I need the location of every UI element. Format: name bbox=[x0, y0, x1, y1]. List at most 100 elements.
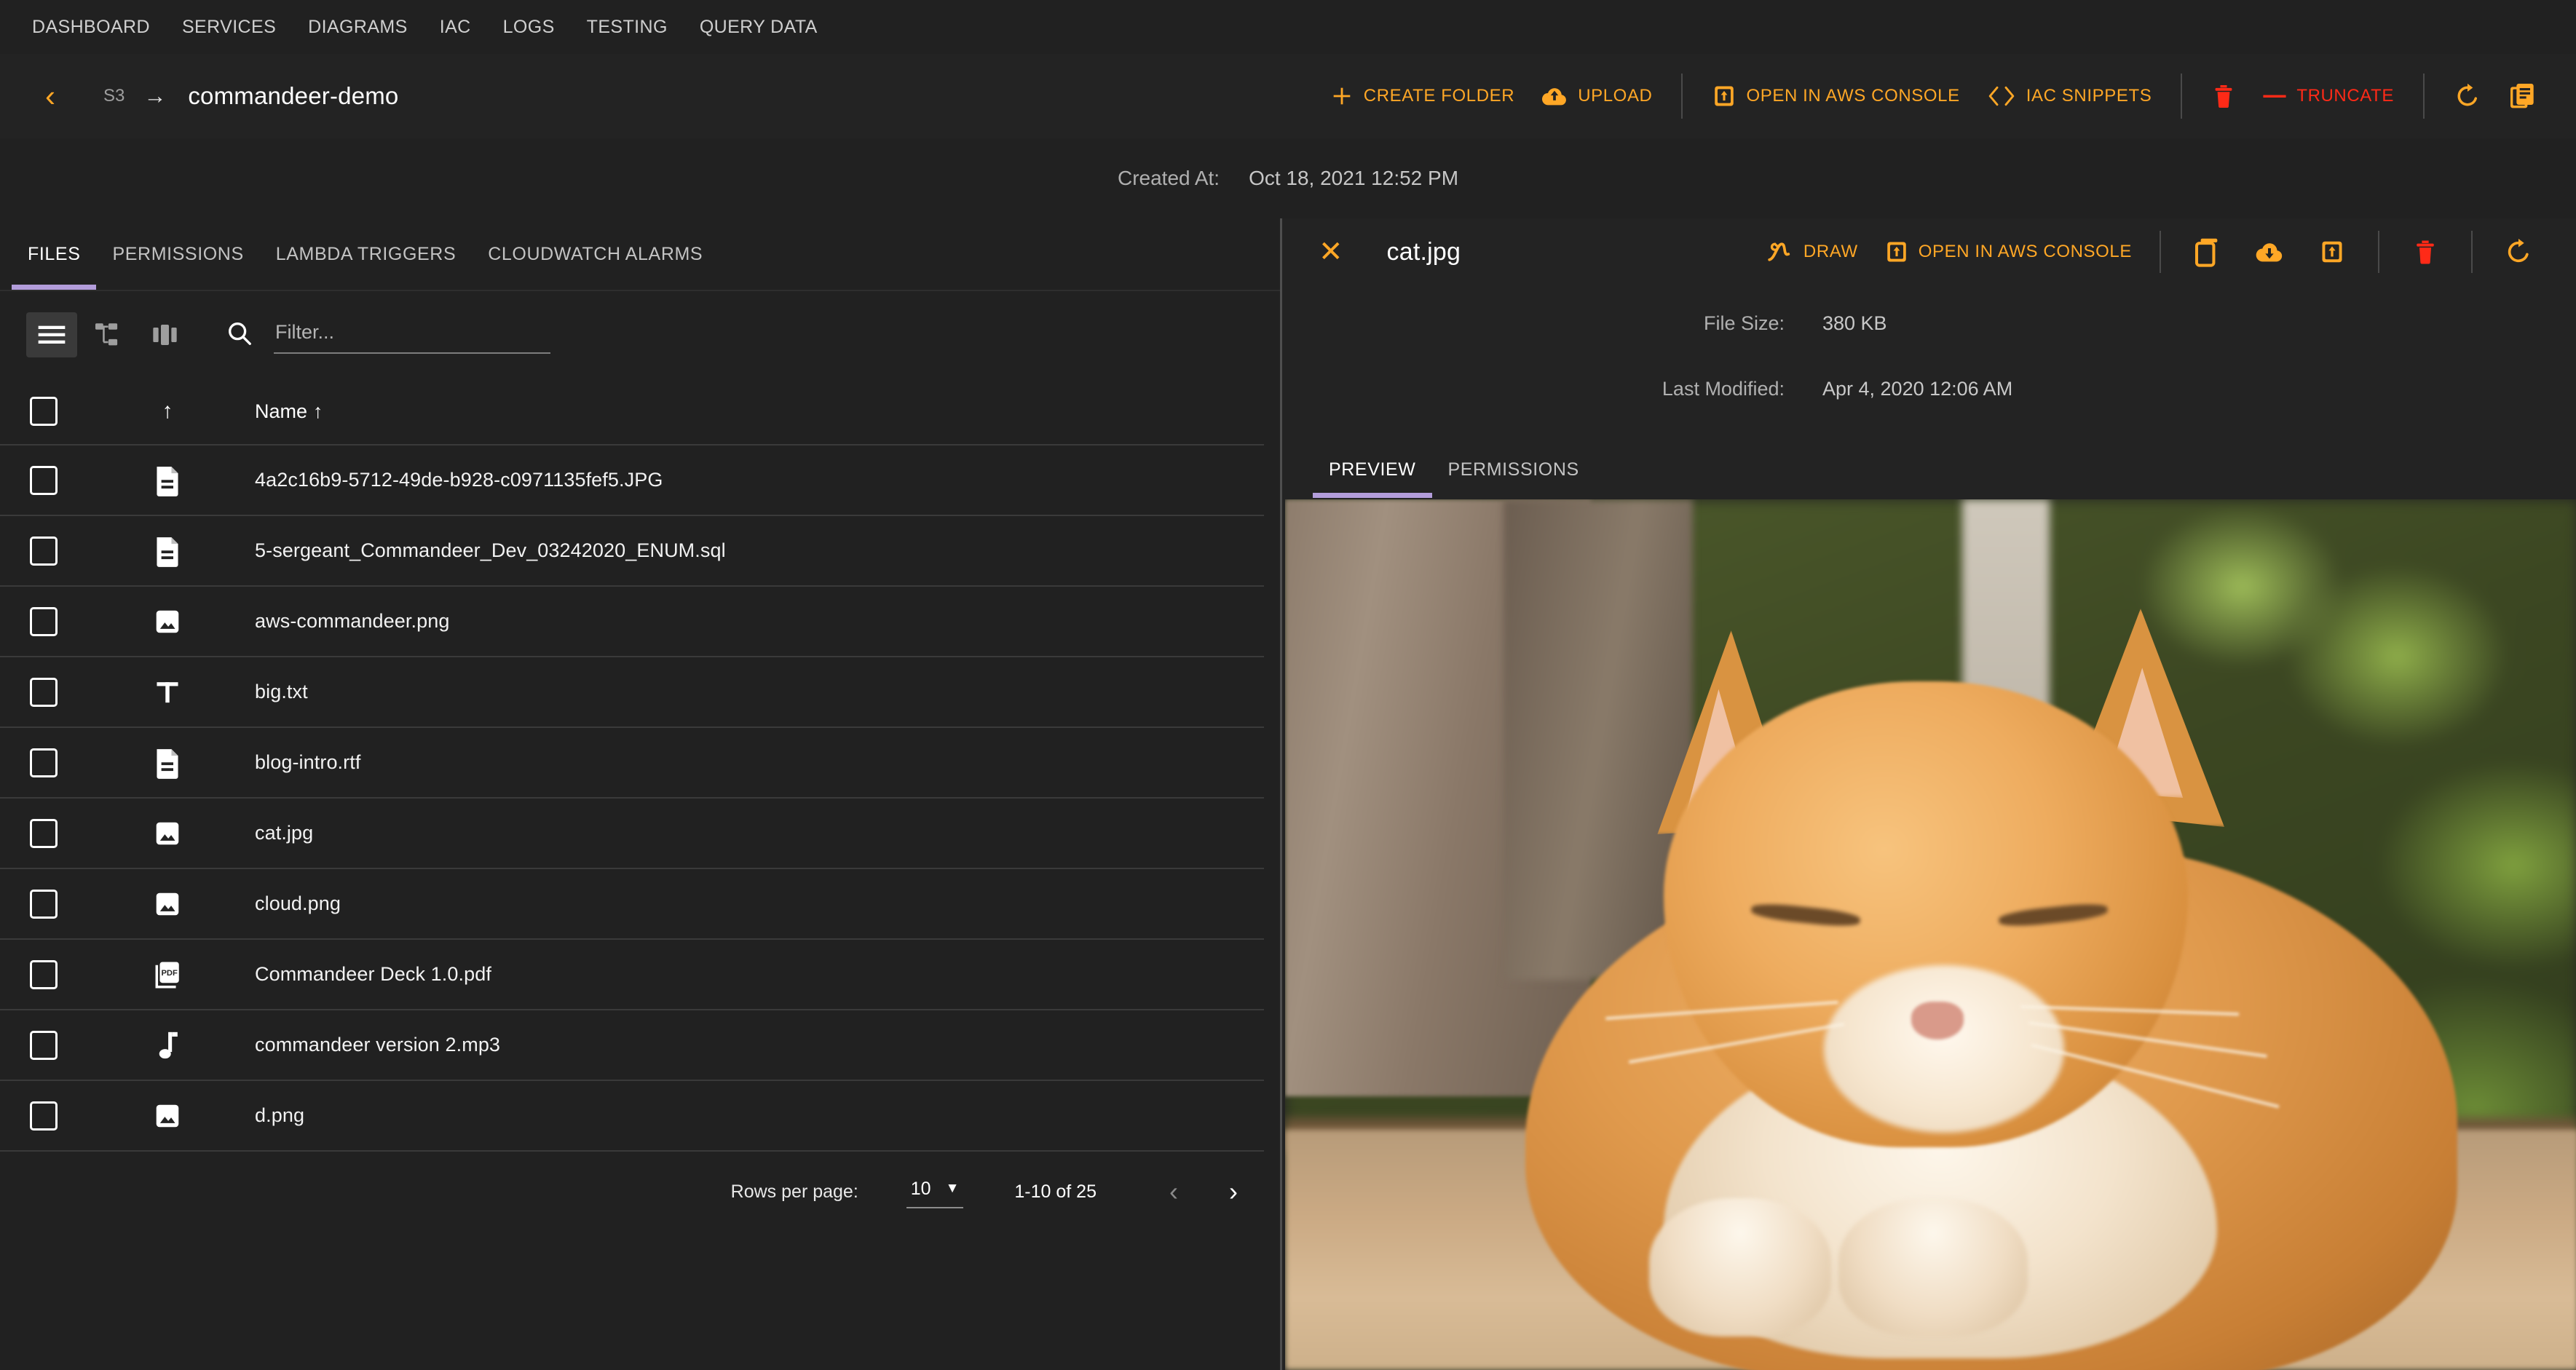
draw-button[interactable]: DRAW bbox=[1752, 239, 1871, 265]
pagination-range-label: 1-10 of 25 bbox=[1014, 1181, 1097, 1202]
nav-iac[interactable]: IAC bbox=[424, 0, 487, 54]
type-sort-cell[interactable]: ↑ bbox=[87, 399, 248, 424]
breadcrumb-current-bucket: commandeer-demo bbox=[188, 82, 399, 109]
name-header-cell[interactable]: Name ↑ bbox=[248, 400, 1264, 423]
tab-files[interactable]: FILES bbox=[12, 218, 97, 290]
metadata-row: File Size: 380 KB bbox=[1282, 301, 2576, 345]
open-external-icon bbox=[1712, 84, 1737, 108]
tab-file-permissions[interactable]: PERMISSIONS bbox=[1432, 459, 1595, 498]
logs-panel-button[interactable] bbox=[2494, 82, 2550, 111]
file-name-cell[interactable]: blog-intro.rtf bbox=[248, 751, 1264, 774]
table-row[interactable]: big.txt bbox=[0, 657, 1264, 728]
table-row[interactable]: cat.jpg bbox=[0, 799, 1264, 869]
top-navigation-bar: DASHBOARD SERVICES DIAGRAMS IAC LOGS TES… bbox=[0, 0, 2576, 54]
tab-preview[interactable]: PREVIEW bbox=[1313, 459, 1432, 498]
refresh-icon bbox=[2454, 82, 2481, 110]
back-chevron-icon[interactable]: ‹ bbox=[45, 81, 55, 111]
file-name-cell[interactable]: 5-sergeant_Commandeer_Dev_03242020_ENUM.… bbox=[248, 539, 1264, 562]
delete-icon[interactable] bbox=[2403, 229, 2448, 274]
photo-cat-nose bbox=[1911, 1002, 1964, 1040]
last-modified-value: Apr 4, 2020 12:06 AM bbox=[1822, 377, 2013, 400]
file-name-cell[interactable]: aws-commandeer.png bbox=[248, 610, 1264, 633]
image-icon bbox=[87, 607, 248, 636]
file-name-cell[interactable]: d.png bbox=[248, 1104, 1264, 1127]
nav-query-data[interactable]: QUERY DATA bbox=[684, 0, 834, 54]
file-name-cell[interactable]: 4a2c16b9-5712-49de-b928-c0971135fef5.JPG bbox=[248, 469, 1264, 491]
file-name-cell[interactable]: Commandeer Deck 1.0.pdf bbox=[248, 963, 1264, 986]
row-checkbox[interactable] bbox=[30, 1030, 58, 1060]
row-checkbox[interactable] bbox=[30, 1101, 58, 1131]
file-name-cell[interactable]: commandeer version 2.mp3 bbox=[248, 1034, 1264, 1056]
tab-lambda-triggers[interactable]: LAMBDA TRIGGERS bbox=[260, 218, 473, 290]
tab-permissions[interactable]: PERMISSIONS bbox=[96, 218, 259, 290]
table-row[interactable]: blog-intro.rtf bbox=[0, 728, 1264, 799]
row-checkbox[interactable] bbox=[30, 889, 58, 919]
table-row[interactable]: d.png bbox=[0, 1081, 1264, 1152]
toolbar-divider bbox=[1681, 74, 1683, 119]
create-folder-button[interactable]: CREATE FOLDER bbox=[1316, 84, 1528, 108]
list-view-icon[interactable] bbox=[26, 312, 77, 357]
copy-icon[interactable] bbox=[2184, 229, 2229, 274]
close-icon[interactable]: ✕ bbox=[1319, 237, 1343, 266]
tree-view-icon[interactable] bbox=[83, 312, 134, 357]
share-open-icon[interactable] bbox=[2310, 229, 2355, 274]
next-page-button[interactable]: › bbox=[1229, 1176, 1238, 1207]
row-checkbox[interactable] bbox=[30, 748, 58, 777]
open-in-aws-console-button[interactable]: OPEN IN AWS CONSOLE bbox=[1699, 84, 1972, 108]
breadcrumb-arrow-icon: → bbox=[143, 83, 167, 108]
trash-icon bbox=[2211, 83, 2236, 109]
name-sort-arrow-icon: ↑ bbox=[313, 400, 323, 422]
nav-testing[interactable]: TESTING bbox=[571, 0, 684, 54]
file-name-cell[interactable]: cloud.png bbox=[248, 892, 1264, 915]
nav-logs[interactable]: LOGS bbox=[487, 0, 571, 54]
document-icon bbox=[87, 464, 248, 496]
name-header-label: Name bbox=[255, 400, 308, 422]
download-icon[interactable] bbox=[2247, 229, 2292, 274]
open-external-icon bbox=[1884, 239, 1909, 264]
rows-per-page-select[interactable]: 10 ▼ bbox=[906, 1176, 964, 1208]
column-view-icon[interactable] bbox=[140, 312, 191, 357]
table-row[interactable]: 4a2c16b9-5712-49de-b928-c0971135fef5.JPG bbox=[0, 446, 1264, 516]
file-open-in-aws-console-button[interactable]: OPEN IN AWS CONSOLE bbox=[1871, 239, 2145, 264]
refresh-button[interactable] bbox=[2441, 82, 2494, 110]
row-select-cell bbox=[0, 536, 87, 566]
nav-services[interactable]: SERVICES bbox=[166, 0, 292, 54]
photo-cat-muzzle bbox=[1824, 965, 2064, 1133]
file-name-cell[interactable]: cat.jpg bbox=[248, 822, 1264, 844]
file-table: ↑ Name ↑ 4a2c16b9-5712-49de-b928-c097113… bbox=[0, 379, 1264, 1152]
photo-cat-paw-right bbox=[1838, 1198, 2028, 1337]
table-row[interactable]: commandeer version 2.mp3 bbox=[0, 1010, 1264, 1081]
code-brackets-icon bbox=[1986, 85, 2017, 107]
table-row[interactable]: PDF Commandeer Deck 1.0.pdf bbox=[0, 940, 1264, 1010]
row-checkbox[interactable] bbox=[30, 677, 58, 707]
file-browser-tools bbox=[0, 291, 1280, 379]
row-select-cell bbox=[0, 465, 87, 495]
open-in-aws-console-label: OPEN IN AWS CONSOLE bbox=[1746, 86, 1960, 106]
row-checkbox[interactable] bbox=[30, 536, 58, 566]
iac-snippets-button[interactable]: IAC SNIPPETS bbox=[1973, 85, 2165, 107]
upload-button[interactable]: UPLOAD bbox=[1528, 84, 1665, 108]
tab-cloudwatch-alarms[interactable]: CLOUDWATCH ALARMS bbox=[472, 218, 719, 290]
table-row[interactable]: cloud.png bbox=[0, 869, 1264, 940]
previous-page-button[interactable]: ‹ bbox=[1169, 1176, 1178, 1207]
table-row[interactable]: aws-commandeer.png bbox=[0, 587, 1264, 657]
select-all-checkbox[interactable] bbox=[30, 397, 58, 426]
truncate-button[interactable]: TRUNCATE bbox=[2249, 86, 2407, 106]
refresh-icon[interactable] bbox=[2496, 229, 2541, 274]
file-name-cell[interactable]: big.txt bbox=[248, 681, 1264, 703]
row-checkbox[interactable] bbox=[30, 465, 58, 495]
row-checkbox[interactable] bbox=[30, 818, 58, 848]
row-checkbox[interactable] bbox=[30, 606, 58, 636]
file-name-label: d.png bbox=[255, 1104, 305, 1126]
filter-input[interactable] bbox=[274, 316, 550, 354]
image-preview bbox=[1285, 499, 2576, 1370]
metadata-row: Last Modified: Apr 4, 2020 12:06 AM bbox=[1282, 367, 2576, 411]
delete-bucket-button[interactable] bbox=[2198, 83, 2249, 109]
table-row[interactable]: 5-sergeant_Commandeer_Dev_03242020_ENUM.… bbox=[0, 516, 1264, 587]
row-checkbox[interactable] bbox=[30, 959, 58, 989]
file-name-label: blog-intro.rtf bbox=[255, 751, 361, 773]
nav-diagrams[interactable]: DIAGRAMS bbox=[292, 0, 424, 54]
bucket-action-group: CREATE FOLDER UPLOAD OPEN IN AWS CONSOLE… bbox=[1316, 74, 2576, 119]
nav-dashboard[interactable]: DASHBOARD bbox=[16, 0, 166, 54]
breadcrumb-root-link[interactable]: S3 bbox=[103, 86, 125, 106]
